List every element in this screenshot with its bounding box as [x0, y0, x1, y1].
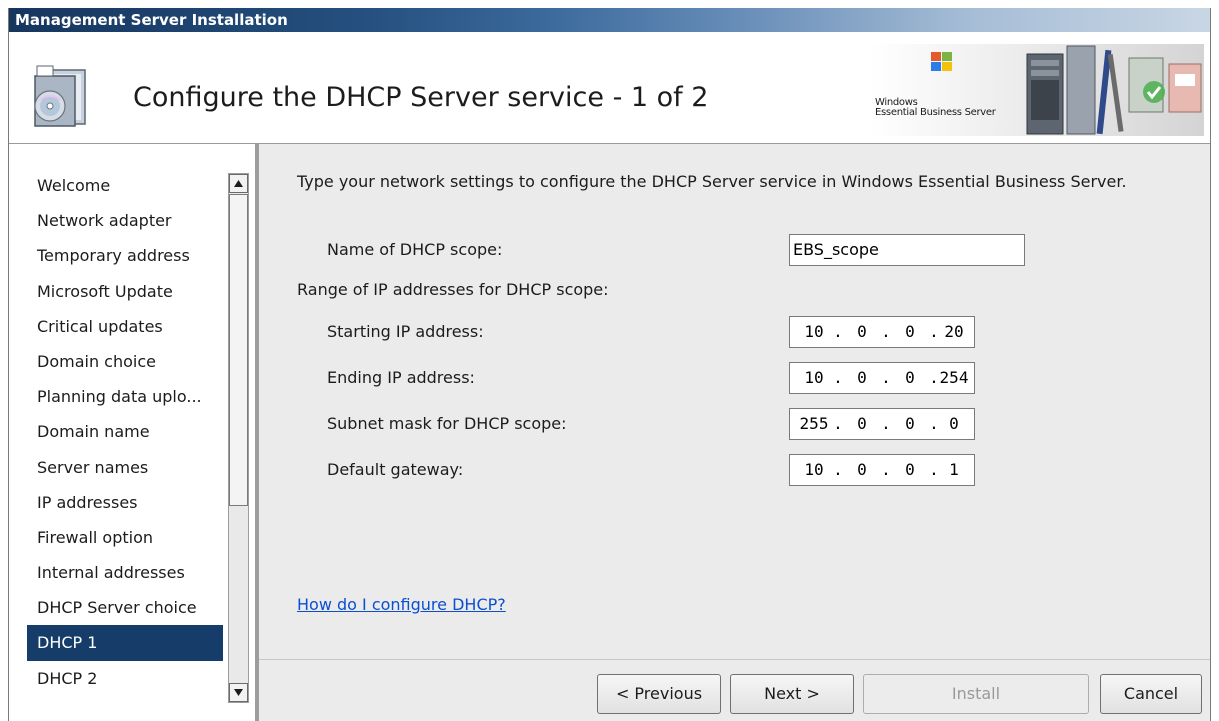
step-dhcp-2[interactable]: DHCP 2	[27, 661, 223, 696]
end-ip-field[interactable]: 10 . 0 . 0 . 254	[789, 362, 975, 394]
step-temporary-address[interactable]: Temporary address	[27, 238, 223, 273]
instructions-text: Type your network settings to configure …	[297, 172, 1127, 191]
arrow-up-icon	[234, 180, 243, 187]
install-button[interactable]: Install	[863, 674, 1089, 714]
start-ip-field[interactable]: 10 . 0 . 0 . 20	[789, 316, 975, 348]
wizard-content: Type your network settings to configure …	[259, 144, 1210, 721]
step-ip-addresses[interactable]: IP addresses	[27, 485, 223, 520]
gateway-label: Default gateway:	[327, 460, 464, 479]
steps-scrollbar[interactable]	[228, 173, 249, 703]
next-button[interactable]: Next >	[730, 674, 854, 714]
step-firewall-option[interactable]: Firewall option	[27, 520, 223, 555]
cancel-button[interactable]: Cancel	[1100, 674, 1202, 714]
help-link[interactable]: How do I configure DHCP?	[297, 595, 506, 614]
step-welcome[interactable]: Welcome	[27, 168, 223, 203]
ebs-banner-graphic	[869, 44, 1204, 136]
steps-list: Welcome Network adapter Temporary address M…	[27, 168, 223, 696]
wizard-footer: < Previous Next > Install Cancel	[259, 659, 1210, 721]
gateway-field[interactable]: 10 . 0 . 0 . 1	[789, 454, 975, 486]
range-label: Range of IP addresses for DHCP scope:	[297, 280, 609, 299]
subnet-mask-label: Subnet mask for DHCP scope:	[327, 414, 567, 433]
window-title: Management Server Installation	[15, 11, 288, 29]
step-network-adapter[interactable]: Network adapter	[27, 203, 223, 238]
installer-disc-icon	[34, 65, 86, 127]
step-microsoft-update[interactable]: Microsoft Update	[27, 274, 223, 309]
scope-name-input[interactable]: EBS_scope	[789, 234, 1025, 266]
brand-text: Windows Essential Business Server	[875, 97, 996, 118]
step-planning-data-uplo[interactable]: Planning data uplo...	[27, 379, 223, 414]
page-title: Configure the DHCP Server service - 1 of…	[133, 82, 709, 113]
wizard-steps-pane: Welcome Network adapter Temporary address M…	[9, 144, 259, 721]
title-bar[interactable]: Management Server Installation	[9, 8, 1210, 32]
step-internal-addresses[interactable]: Internal addresses	[27, 555, 223, 590]
step-dhcp-server-choice[interactable]: DHCP Server choice	[27, 590, 223, 625]
previous-button[interactable]: < Previous	[597, 674, 721, 714]
scroll-thumb[interactable]	[229, 194, 248, 506]
step-server-names[interactable]: Server names	[27, 450, 223, 485]
step-dhcp-1[interactable]: DHCP 1	[27, 625, 223, 661]
wizard-header: Configure the DHCP Server service - 1 of…	[9, 32, 1210, 144]
step-critical-updates[interactable]: Critical updates	[27, 309, 223, 344]
installer-window: Management Server Installation Configure…	[8, 8, 1211, 721]
scroll-down-button[interactable]	[229, 683, 248, 702]
arrow-down-icon	[234, 689, 243, 696]
scroll-up-button[interactable]	[229, 174, 248, 193]
scope-name-label: Name of DHCP scope:	[327, 240, 503, 259]
start-ip-label: Starting IP address:	[327, 322, 484, 341]
step-domain-name[interactable]: Domain name	[27, 414, 223, 449]
step-domain-choice[interactable]: Domain choice	[27, 344, 223, 379]
end-ip-label: Ending IP address:	[327, 368, 475, 387]
subnet-mask-field[interactable]: 255 . 0 . 0 . 0	[789, 408, 975, 440]
